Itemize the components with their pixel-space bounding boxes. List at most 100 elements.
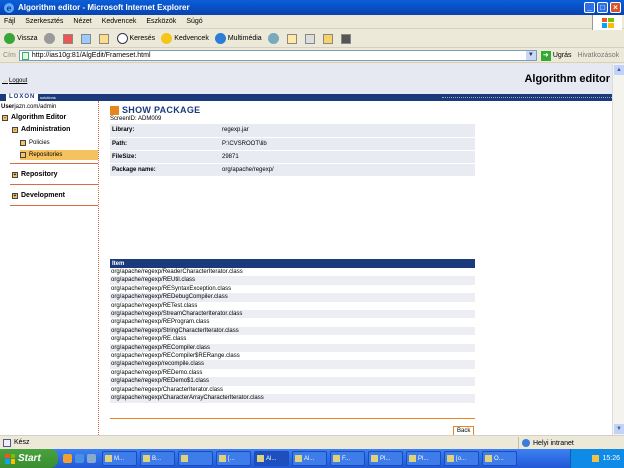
taskbar-task[interactable]: [...	[216, 451, 251, 466]
windows-flag-icon	[5, 453, 15, 464]
menu-view[interactable]: Nézet	[73, 18, 91, 25]
sidebar-item-label: Policies	[29, 140, 50, 146]
back-button[interactable]: Back	[453, 426, 475, 435]
minimize-button[interactable]: _	[584, 2, 595, 13]
mail-button[interactable]	[286, 33, 299, 44]
sidebar-item-policies[interactable]: Policies	[20, 138, 98, 148]
bullet-icon	[20, 152, 26, 158]
logout-arrow-icon: →	[2, 78, 8, 84]
tree-node-label: Development	[21, 192, 65, 199]
status-bar: Kész Helyi intranet	[0, 435, 624, 449]
task-icon	[257, 455, 264, 462]
taskbar-task[interactable]: B...	[140, 451, 175, 466]
sidebar-item-label: Repositories	[29, 152, 63, 158]
print-button[interactable]	[304, 33, 317, 44]
sidebar-item-repositories[interactable]: Repositories	[20, 150, 98, 160]
task-label: Pl...	[418, 455, 429, 462]
bullet-icon	[20, 140, 26, 146]
desktop-quicklaunch-icon[interactable]	[87, 454, 96, 463]
ie-logo-icon: e	[4, 2, 14, 13]
task-icon	[447, 455, 454, 462]
window-title: Algorithm editor - Microsoft Internet Ex…	[18, 3, 190, 12]
menu-favorites[interactable]: Kedvencek	[102, 18, 137, 25]
tray-icon[interactable]	[592, 455, 600, 462]
table-row: org/apache/regexp/REProgram.class	[110, 318, 475, 326]
menu-tools[interactable]: Eszközök	[146, 18, 176, 25]
info-key: Library:	[110, 124, 220, 138]
tree-node-repository[interactable]: + Repository	[12, 171, 58, 178]
taskbar-task[interactable]: [o...	[444, 451, 479, 466]
taskbar-task[interactable]: Pl...	[406, 451, 441, 466]
media-button[interactable]: Multimédia	[214, 33, 262, 44]
go-label: Ugrás	[552, 52, 572, 59]
edit-button[interactable]	[322, 33, 335, 44]
table-row: org/apache/regexp/REDebugCompiler.class	[110, 293, 475, 302]
history-button[interactable]	[267, 33, 281, 44]
brand-divider	[442, 97, 612, 98]
table-row: org/apache/regexp/recompile.class	[110, 360, 475, 369]
tree-root-label: Algorithm Editor	[11, 114, 67, 121]
stop-button[interactable]	[62, 33, 75, 44]
menu-edit[interactable]: Szerkesztés	[25, 18, 63, 25]
user-name: jazn.com/admin	[14, 104, 57, 110]
tree-node-label: Administration	[21, 126, 71, 133]
scroll-down-icon[interactable]: ▼	[614, 424, 624, 434]
menu-file[interactable]: Fájl	[4, 18, 15, 25]
table-row: org/apache/regexp/CharacterArrayCharacte…	[110, 394, 475, 403]
vertical-scrollbar[interactable]: ▲ ▼	[612, 64, 624, 435]
back-arrow-icon	[4, 33, 15, 44]
address-input[interactable]: http://ias10g:81/AlgEdit/Frameset.html ▼	[18, 50, 537, 61]
favorites-button[interactable]: Kedvencek	[161, 33, 209, 44]
start-button[interactable]: Start	[0, 449, 58, 468]
refresh-button[interactable]	[80, 33, 93, 44]
item-cell: org/apache/regexp/recompile.class	[110, 360, 475, 369]
chevron-down-icon[interactable]: ▼	[525, 51, 536, 60]
item-cell: org/apache/regexp/RETest.class	[111, 302, 198, 309]
main-panel: SHOW PACKAGE ScreenID: ADM009 Library: re…	[108, 101, 476, 435]
close-button[interactable]: ×	[610, 2, 621, 13]
favorites-label: Kedvencek	[174, 35, 209, 42]
taskbar-task[interactable]	[178, 451, 213, 466]
taskbar-task[interactable]: Pl...	[368, 451, 403, 466]
divider	[10, 184, 98, 185]
ie-quicklaunch-icon[interactable]	[75, 454, 84, 463]
task-label: Al...	[266, 455, 277, 462]
links-label[interactable]: Hivatkozások	[578, 52, 620, 59]
back-nav-button[interactable]: Vissza	[4, 33, 38, 44]
start-label: Start	[18, 453, 41, 464]
table-row: org/apache/regexp/CharacterIterator.clas…	[110, 386, 475, 394]
task-icon	[409, 455, 416, 462]
forward-nav-button[interactable]	[43, 33, 57, 44]
taskbar-task[interactable]: F...	[330, 451, 365, 466]
go-button[interactable]: ➜ Ugrás	[540, 50, 572, 61]
loxon-logo: LOXON	[6, 94, 39, 101]
info-value: regexp.jar	[220, 124, 475, 138]
table-row: org/apache/regexp/RE.class	[110, 335, 475, 343]
tree-root[interactable]: - Algorithm Editor	[2, 114, 66, 121]
tree-node-administration[interactable]: - Administration	[12, 126, 70, 133]
logout-link[interactable]: → Logout	[2, 78, 27, 84]
info-key: Path:	[110, 137, 220, 151]
loxon-logo-sub: solutions	[40, 95, 56, 100]
window-controls: _ □ ×	[584, 2, 621, 13]
app-header: → Logout Algorithm editor	[0, 64, 612, 94]
taskbar-task[interactable]: O...	[482, 451, 517, 466]
info-key: FileSize:	[110, 150, 220, 164]
taskbar-task[interactable]: Al...	[292, 451, 327, 466]
info-value: P:\CVSROOT\lib	[220, 137, 475, 151]
messenger-button[interactable]	[340, 33, 353, 44]
home-button[interactable]	[98, 33, 111, 44]
expand-icon: +	[12, 171, 18, 178]
taskbar-task[interactable]: M...	[102, 451, 137, 466]
window-title-bar: e Algorithm editor - Microsoft Internet …	[0, 0, 624, 15]
taskbar-task[interactable]: Al...	[254, 451, 289, 466]
maximize-button[interactable]: □	[597, 2, 608, 13]
table-row: org/apache/regexp/REDemo$1.class	[110, 377, 475, 386]
tree-node-development[interactable]: + Development	[12, 192, 65, 199]
refresh-icon	[80, 33, 91, 44]
scroll-up-icon[interactable]: ▲	[614, 65, 624, 75]
info-row: Path: P:\CVSROOT\lib	[110, 137, 475, 151]
quicklaunch-icon[interactable]	[63, 454, 72, 463]
menu-help[interactable]: Súgó	[186, 18, 202, 25]
search-button[interactable]: Keresés	[116, 33, 155, 44]
